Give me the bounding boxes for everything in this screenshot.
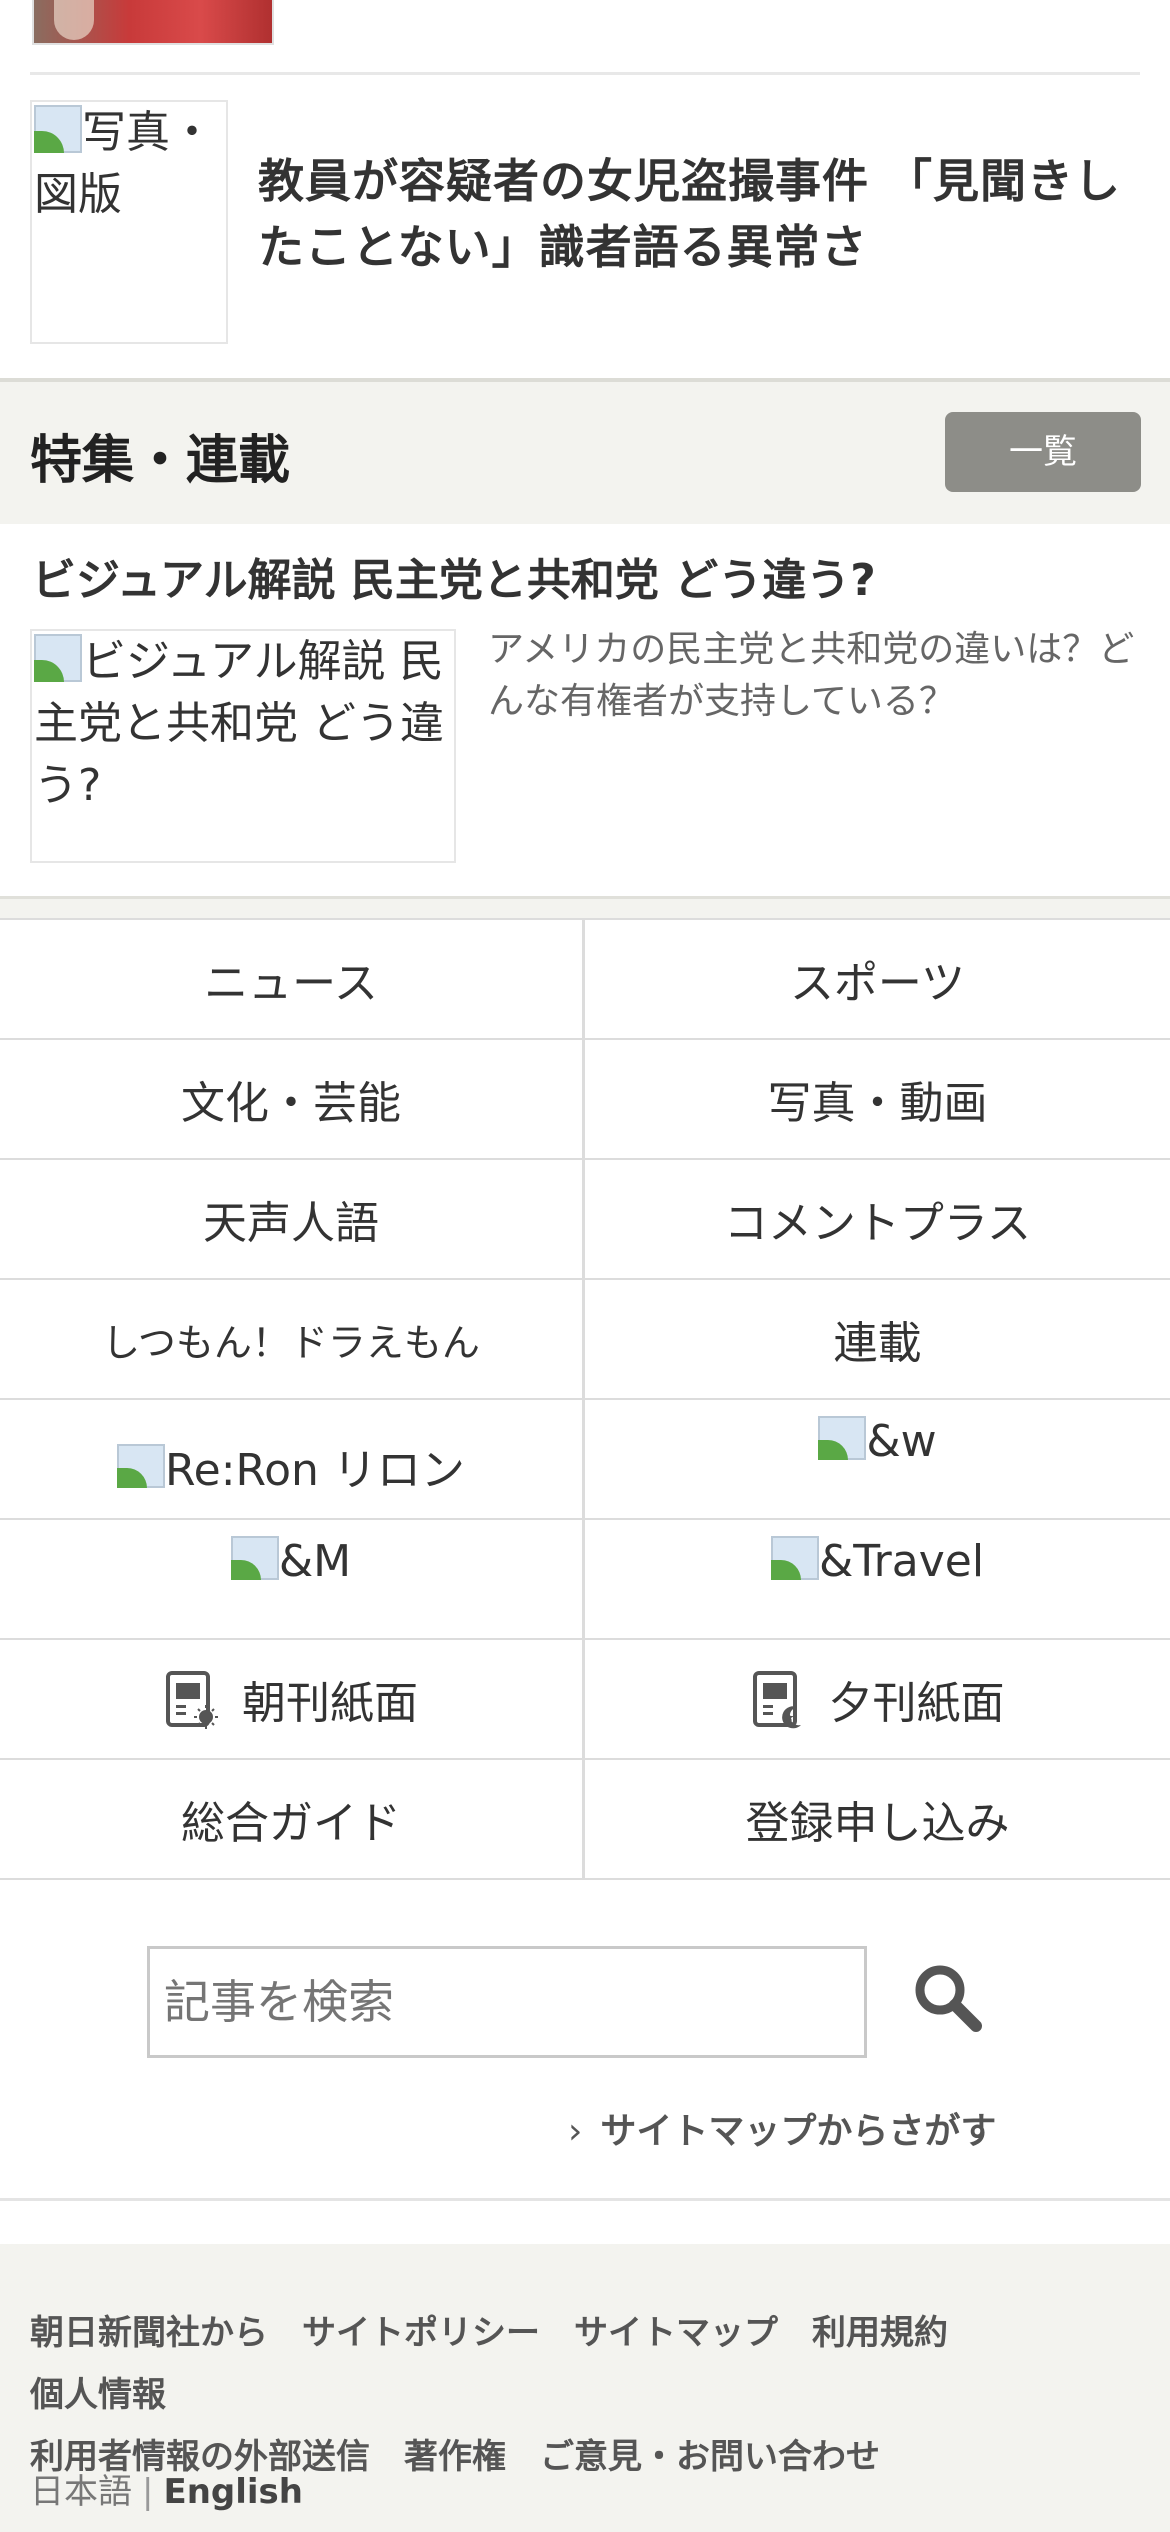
footer-link-terms[interactable]: 利用規約 xyxy=(812,2313,948,2353)
nav-andm[interactable]: &M xyxy=(0,1520,585,1638)
morning-newspaper-icon xyxy=(166,1671,218,1729)
broken-image-icon xyxy=(34,634,82,682)
nav-label: &M xyxy=(278,1536,352,1587)
nav-label: 総合ガイド xyxy=(181,1798,401,1849)
footer-link-sitemap[interactable]: サイトマップ xyxy=(574,2313,778,2353)
section-title: 特集・連載 xyxy=(30,431,291,491)
nav-morning-edition[interactable]: 朝刊紙面 xyxy=(0,1640,585,1758)
divider xyxy=(0,2198,1170,2201)
nav-label: スポーツ xyxy=(789,958,966,1009)
nav-label: 連載 xyxy=(833,1318,922,1369)
nav-label: コメントプラス xyxy=(723,1198,1032,1249)
nav-label: 朝刊紙面 xyxy=(242,1678,418,1729)
broken-image-icon xyxy=(117,1444,166,1488)
chevron-right-icon: › xyxy=(568,2111,583,2152)
nav-culture[interactable]: 文化・芸能 xyxy=(0,1040,585,1158)
language-switch: 日本語 | English xyxy=(30,2464,303,2513)
lang-english[interactable]: English xyxy=(163,2472,303,2512)
feature-title[interactable]: ビジュアル解説 民主党と共和党 どう違う? xyxy=(32,544,876,608)
nav-label: 天声人語 xyxy=(203,1198,379,1249)
nav-label: &w xyxy=(866,1416,937,1467)
lang-separator: | xyxy=(142,2472,154,2512)
nav-label: 写真・動画 xyxy=(767,1078,988,1129)
nav-comment-plus[interactable]: コメントプラス xyxy=(585,1160,1170,1278)
nav-register[interactable]: 登録申し込み xyxy=(585,1760,1170,1878)
broken-image-icon xyxy=(230,1536,279,1580)
search-icon[interactable] xyxy=(908,1958,988,2038)
divider xyxy=(0,896,1170,918)
nav-andtravel[interactable]: &Travel xyxy=(585,1520,1170,1638)
image-alt-text: ビジュアル解説 民主党と共和党 どう違う? xyxy=(34,636,444,811)
feature-description: アメリカの民主党と共和党の違いは？どんな有権者が支持している？ xyxy=(488,629,1135,722)
article-image: 写真・図版 xyxy=(30,100,228,344)
nav-label: 文化・芸能 xyxy=(181,1078,401,1129)
sitemap-link[interactable]: › サイトマップからさがす xyxy=(568,2102,996,2154)
nav-label: しつもん！ドラえもん xyxy=(102,1320,480,1365)
nav-andw[interactable]: &w xyxy=(585,1400,1170,1518)
evening-newspaper-icon xyxy=(752,1671,801,1729)
nav-evening-edition[interactable]: 夕刊紙面 xyxy=(585,1640,1170,1758)
top-article-photo[interactable] xyxy=(32,0,274,45)
nav-label: Re:Ron リロン xyxy=(165,1445,465,1496)
nav-label: 夕刊紙面 xyxy=(828,1678,1005,1729)
feature-item[interactable]: ビジュアル解説 民主党と共和党 どう違う? ビジュアル解説 民主党と共和党 どう… xyxy=(0,524,1170,896)
nav-label: &Travel xyxy=(818,1536,985,1587)
nav-sports[interactable]: スポーツ xyxy=(585,920,1170,1038)
sitemap-link-label: サイトマップからさがす xyxy=(600,2111,997,2152)
broken-image-icon xyxy=(818,1416,867,1460)
nav-label: ニュース xyxy=(204,958,378,1009)
footer-link-policy[interactable]: サイトポリシー xyxy=(302,2313,540,2353)
article-headline[interactable]: 教員が容疑者の女児盗撮事件 「見聞きしたことない」識者語る異常さ xyxy=(258,148,1138,280)
footer-links: 朝日新聞社から サイトポリシー サイトマップ 利用規約個人情報 利用者情報の外部送信著… xyxy=(30,2302,1150,2488)
lang-japanese[interactable]: 日本語 xyxy=(30,2472,132,2512)
divider xyxy=(30,72,1140,75)
footer: 朝日新聞社から サイトポリシー サイトマップ 利用規約個人情報 利用者情報の外部送信著… xyxy=(0,2244,1170,2532)
footer-link-company[interactable]: 朝日新聞社から xyxy=(30,2313,268,2353)
search-input[interactable] xyxy=(147,1946,867,2058)
list-button[interactable]: 一覧 xyxy=(945,412,1141,492)
footer-link-privacy[interactable]: 個人情報 xyxy=(30,2375,166,2415)
nav-label: 登録申し込み xyxy=(745,1798,1010,1849)
nav-tensei-jingo[interactable]: 天声人語 xyxy=(0,1160,585,1278)
nav-news[interactable]: ニュース xyxy=(0,920,585,1038)
nav-rensai[interactable]: 連載 xyxy=(585,1280,1170,1398)
broken-image-icon xyxy=(34,105,82,153)
footer-link-copyright[interactable]: 著作権 xyxy=(404,2437,506,2477)
nav-photo-video[interactable]: 写真・動画 xyxy=(585,1040,1170,1158)
nav-guide[interactable]: 総合ガイド xyxy=(0,1760,585,1878)
nav-grid: ニュース スポーツ 文化・芸能 写真・動画 天声人語 コメントプラス しつもん！… xyxy=(0,918,1170,1880)
nav-shitsumon[interactable]: しつもん！ドラえもん xyxy=(0,1280,585,1398)
features-header: 特集・連載 一覧 xyxy=(0,382,1170,524)
feature-image[interactable]: ビジュアル解説 民主党と共和党 どう違う? xyxy=(30,629,456,863)
article-item[interactable]: 写真・図版 教員が容疑者の女児盗撮事件 「見聞きしたことない」識者語る異常さ xyxy=(30,100,1140,345)
broken-image-icon xyxy=(770,1536,819,1580)
nav-reron[interactable]: Re:Ron リロン xyxy=(0,1400,585,1518)
footer-link-contact[interactable]: ご意見・お問い合わせ xyxy=(540,2437,880,2477)
